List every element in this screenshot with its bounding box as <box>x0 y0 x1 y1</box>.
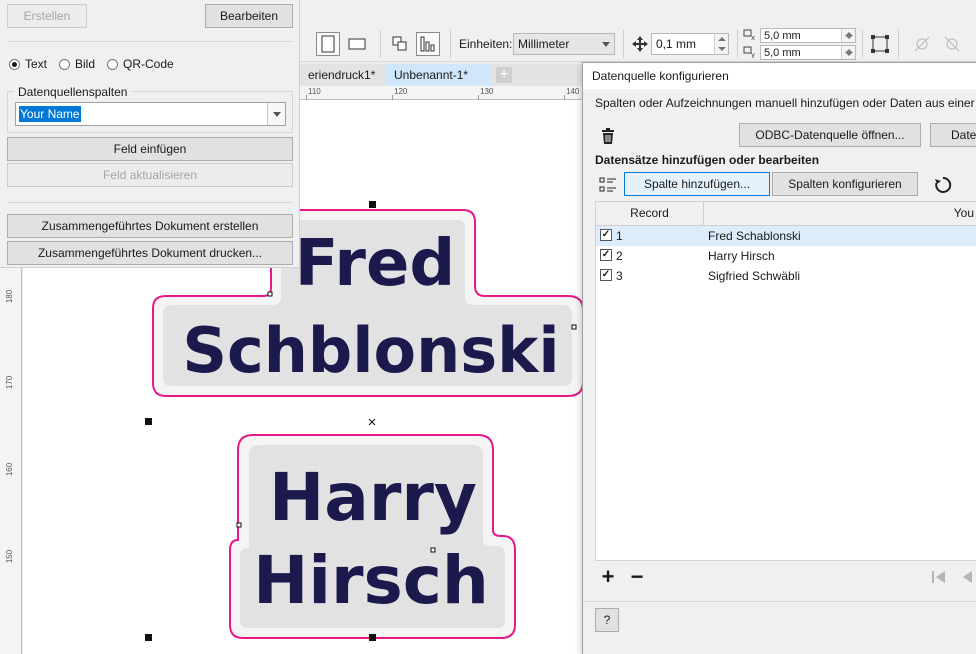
record-name[interactable]: Fred Schablonski <box>708 229 801 243</box>
ruler-label: 160 <box>5 462 15 477</box>
portrait-orientation-icon[interactable] <box>316 32 340 56</box>
units-value: Millimeter <box>518 37 570 51</box>
snap-settings-icon[interactable] <box>940 32 964 56</box>
ruler-label: 110 <box>308 87 321 96</box>
trash-icon[interactable] <box>596 124 620 148</box>
ruler-label: 140 <box>566 87 580 96</box>
label-harry-hirsch[interactable]: Harry Hirsch <box>229 434 516 639</box>
radio-label: Text <box>25 57 48 71</box>
duplicate-y-input[interactable]: 5,0 mm <box>760 45 856 60</box>
radio-qr-code[interactable]: QR-Code <box>107 57 174 71</box>
print-merged-document-button[interactable]: Zusammengeführtes Dokument drucken... <box>7 241 293 265</box>
selected-column-value: Your Name <box>19 106 81 122</box>
vertical-ruler: 180 170 160 150 <box>0 268 22 654</box>
remove-record-icon[interactable]: − <box>625 564 649 589</box>
duplicate-x-value: 5,0 mm <box>764 30 801 42</box>
units-label: Einheiten: <box>459 37 513 51</box>
nudge-icon <box>628 32 652 56</box>
create-merged-document-button[interactable]: Zusammengeführtes Dokument erstellen <box>7 214 293 238</box>
record-checkbox[interactable]: ✓ <box>600 249 612 261</box>
column-header-your-name[interactable]: You <box>704 202 976 226</box>
svg-text:x: x <box>751 34 755 41</box>
duplicate-x-input[interactable]: 5,0 mm <box>760 28 856 43</box>
refresh-icon[interactable] <box>931 173 955 197</box>
data-button[interactable]: Date <box>930 123 976 147</box>
help-button[interactable]: ? <box>595 608 619 632</box>
document-tabs: eriendruck1* Unbenannt-1* + <box>300 64 582 86</box>
units-dropdown[interactable]: Millimeter <box>513 33 615 55</box>
ruler-label: 170 <box>5 375 15 390</box>
duplicate-y-icon: y <box>741 44 759 60</box>
label-text-line1: Fred <box>295 227 455 301</box>
tab-untitled[interactable]: Unbenannt-1* <box>386 64 492 86</box>
datasource-columns-label: Datenquellenspalten <box>14 85 132 99</box>
record-number: 2 <box>616 249 623 263</box>
open-odbc-button[interactable]: ODBC-Datenquelle öffnen... <box>739 123 921 147</box>
radio-text[interactable]: Text <box>9 57 47 71</box>
previous-record-icon[interactable] <box>955 565 976 589</box>
current-page-icon[interactable] <box>416 32 440 56</box>
edit-button[interactable]: Bearbeiten <box>205 4 293 28</box>
records-table: Record You ✓ 1 Fred Schablonski ✓ 2 Harr… <box>595 201 976 561</box>
radio-label: QR-Code <box>123 57 174 71</box>
new-tab-icon[interactable]: + <box>496 67 512 83</box>
table-header: Record You <box>596 202 976 226</box>
horizontal-ruler: 110 120 130 140 <box>300 86 582 100</box>
table-row[interactable]: ✓ 2 Harry Hirsch <box>596 246 976 266</box>
record-number: 1 <box>616 229 623 243</box>
record-name[interactable]: Harry Hirsch <box>708 249 775 263</box>
radio-image[interactable]: Bild <box>59 57 95 71</box>
column-header-record[interactable]: Record <box>596 202 704 226</box>
configure-columns-button[interactable]: Spalten konfigurieren <box>772 172 918 196</box>
label-text-line1: Harry <box>269 459 477 536</box>
record-checkbox[interactable]: ✓ <box>600 229 612 241</box>
ruler-label: 120 <box>394 87 408 96</box>
table-row[interactable]: ✓ 1 Fred Schablonski <box>596 226 976 246</box>
label-text-line2: Hirsch <box>253 542 489 619</box>
chevron-down-icon[interactable] <box>267 103 285 125</box>
column-select[interactable]: Your Name <box>15 102 286 126</box>
add-record-icon[interactable]: + <box>596 564 620 589</box>
nudge-value: 0,1 mm <box>656 37 697 51</box>
svg-text:y: y <box>751 51 755 58</box>
dialog-instruction: Spalten oder Aufzeichnungen manuell hinz… <box>595 96 976 110</box>
record-name[interactable]: Sigfried Schwäbli <box>708 269 800 283</box>
configure-datasource-dialog: Datenquelle konfigurieren Spalten oder A… <box>582 62 976 654</box>
ruler-label: 150 <box>5 549 15 564</box>
tab-label: Unbenannt-1* <box>394 68 469 82</box>
label-text-line2: Schblonski <box>182 314 559 387</box>
tab-label: eriendruck1* <box>308 68 376 82</box>
radio-label: Bild <box>75 57 96 71</box>
record-checkbox[interactable]: ✓ <box>600 269 612 281</box>
duplicate-y-value: 5,0 mm <box>764 47 801 59</box>
field-list-icon[interactable] <box>596 173 620 197</box>
insert-field-button[interactable]: Feld einfügen <box>7 137 293 161</box>
dialog-title: Datenquelle konfigurieren <box>583 63 976 89</box>
ruler-label: 180 <box>5 289 15 304</box>
record-number: 3 <box>616 269 623 283</box>
bounding-box-icon[interactable] <box>868 32 892 56</box>
add-column-button[interactable]: Spalte hinzufügen... <box>624 172 770 196</box>
all-pages-icon[interactable] <box>388 32 412 56</box>
tab-serial-print[interactable]: eriendruck1* <box>300 64 383 86</box>
ruler-label: 130 <box>480 87 494 96</box>
duplicate-x-icon: x <box>741 27 759 43</box>
print-merge-docker: Erstellen Bearbeiten Text Bild QR-Code D… <box>0 0 300 268</box>
section-title: Datensätze hinzufügen oder bearbeiten <box>595 153 820 167</box>
table-row[interactable]: ✓ 3 Sigfried Schwäbli <box>596 266 976 286</box>
landscape-orientation-icon[interactable] <box>345 32 369 56</box>
update-field-button[interactable]: Feld aktualisieren <box>7 163 293 187</box>
first-record-icon[interactable] <box>927 565 951 589</box>
snap-off-icon[interactable] <box>910 32 934 56</box>
nudge-distance-input[interactable]: 0,1 mm <box>651 33 729 55</box>
create-button[interactable]: Erstellen <box>7 4 87 28</box>
